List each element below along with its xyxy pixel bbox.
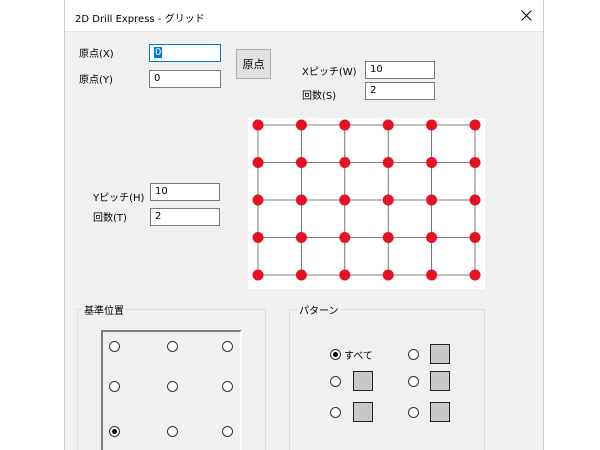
- grid-point: [382, 157, 394, 168]
- reference-position-radio-7[interactable]: [109, 426, 120, 437]
- x-pitch-value: 10: [370, 64, 383, 75]
- grid-point: [469, 157, 481, 168]
- grid-point: [339, 269, 351, 281]
- origin-y-label: 原点(Y): [79, 75, 113, 86]
- title-bar: 2D Drill Express - グリッド: [65, 0, 543, 32]
- reference-position-radio-5[interactable]: [167, 381, 178, 392]
- y-count-field[interactable]: 2: [150, 208, 220, 226]
- close-icon: [520, 10, 532, 21]
- grid-point: [382, 232, 394, 243]
- grid-point: [339, 232, 351, 243]
- x-count-field[interactable]: 2: [365, 82, 435, 100]
- grid-point: [426, 119, 438, 131]
- grid-point: [469, 194, 481, 206]
- pattern-group: [289, 309, 485, 450]
- window-title: 2D Drill Express - グリッド: [75, 14, 205, 25]
- grid-point: [382, 119, 394, 131]
- grid-point: [295, 269, 307, 281]
- pattern-option-2-swatch: [430, 344, 450, 364]
- reference-position-radio-4[interactable]: [109, 381, 120, 392]
- origin-x-value: 0: [154, 47, 163, 58]
- reference-position-radio-1[interactable]: [109, 341, 120, 352]
- origin-button[interactable]: 原点: [236, 49, 271, 79]
- reference-position-radio-6[interactable]: [222, 381, 233, 392]
- pattern-option-4-radio[interactable]: [408, 376, 419, 387]
- grid-point: [426, 194, 438, 206]
- grid-point: [469, 119, 481, 131]
- grid-point: [295, 194, 307, 206]
- grid-preview: [248, 118, 485, 289]
- grid-point: [295, 157, 307, 168]
- grid-point: [295, 232, 307, 243]
- grid-point: [469, 269, 481, 281]
- y-count-label: 回数(T): [93, 213, 127, 224]
- pattern-option-6-swatch: [430, 402, 450, 422]
- x-count-value: 2: [370, 85, 377, 96]
- grid-point: [252, 157, 264, 168]
- pattern-all-radio[interactable]: [330, 349, 341, 360]
- y-count-value: 2: [155, 211, 162, 222]
- pattern-option-6-radio[interactable]: [408, 407, 419, 418]
- pattern-option-3-swatch: [353, 371, 373, 391]
- y-pitch-label: Yピッチ(H): [93, 193, 145, 204]
- grid-point: [426, 232, 438, 243]
- grid-point: [339, 157, 351, 168]
- y-pitch-field[interactable]: 10: [150, 183, 220, 201]
- grid-dialog: 2D Drill Express - グリッド 原点(X) 0 原点(Y) 0 …: [64, 0, 544, 450]
- grid-point: [295, 119, 307, 131]
- grid-point: [252, 269, 264, 281]
- grid-point: [382, 194, 394, 206]
- reference-position-radio-2[interactable]: [167, 341, 178, 352]
- x-pitch-field[interactable]: 10: [365, 61, 435, 79]
- pattern-title: パターン: [297, 302, 341, 317]
- pattern-option-2-radio[interactable]: [408, 349, 419, 360]
- grid-point: [252, 232, 264, 243]
- grid-point: [339, 119, 351, 131]
- reference-position-radio-9[interactable]: [222, 426, 233, 437]
- grid-point: [339, 194, 351, 206]
- y-pitch-value: 10: [155, 186, 168, 197]
- pattern-option-5-swatch: [353, 402, 373, 422]
- origin-x-label: 原点(X): [79, 49, 114, 60]
- reference-position-title: 基準位置: [82, 302, 126, 317]
- grid-point: [426, 269, 438, 281]
- origin-y-value: 0: [154, 73, 161, 84]
- pattern-option-4-swatch: [430, 371, 450, 391]
- close-button[interactable]: [509, 0, 543, 31]
- pattern-all-label: すべて: [344, 351, 373, 362]
- origin-x-field[interactable]: 0: [149, 44, 221, 62]
- reference-position-radio-8[interactable]: [167, 426, 178, 437]
- x-count-label: 回数(S): [302, 91, 337, 102]
- grid-preview-canvas: [252, 119, 481, 281]
- grid-point: [252, 194, 264, 206]
- grid-point: [426, 157, 438, 168]
- reference-position-radio-3[interactable]: [222, 341, 233, 352]
- grid-point: [382, 269, 394, 281]
- origin-y-field[interactable]: 0: [149, 70, 221, 88]
- pattern-option-3-radio[interactable]: [330, 376, 341, 387]
- x-pitch-label: Xピッチ(W): [302, 67, 357, 78]
- grid-point: [252, 119, 264, 131]
- pattern-option-5-radio[interactable]: [330, 407, 341, 418]
- grid-point: [469, 232, 481, 243]
